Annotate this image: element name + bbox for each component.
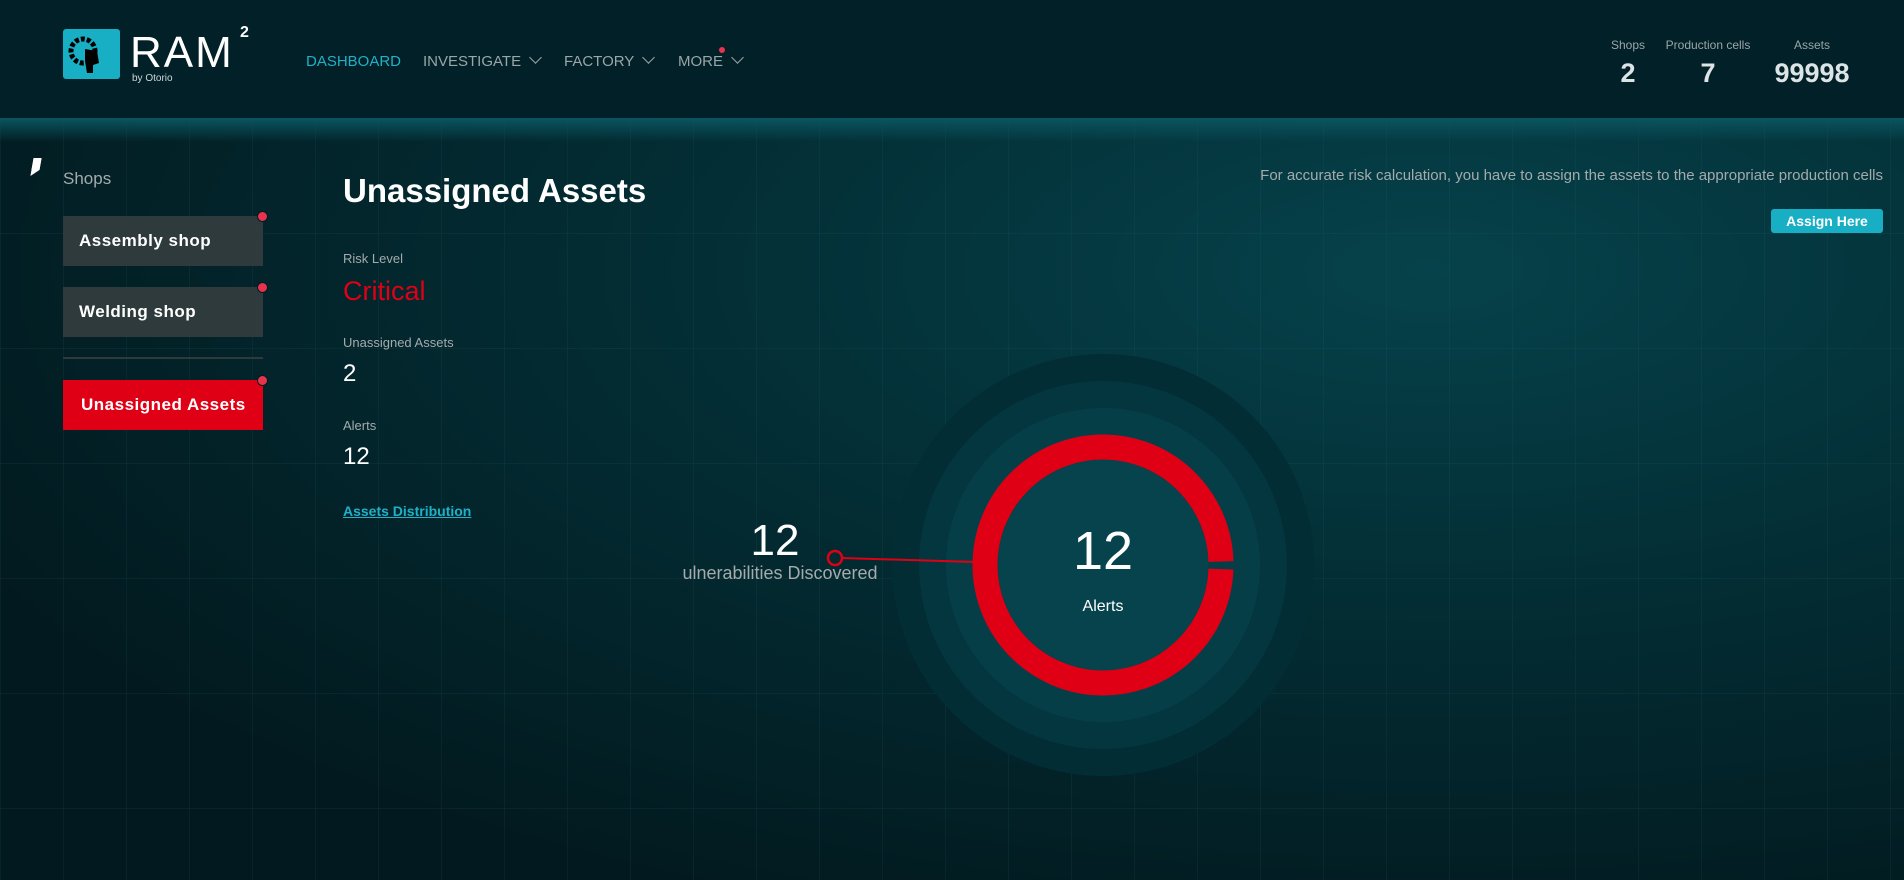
center-alerts-label: Alerts [1082,598,1124,615]
vulnerabilities-count: 12 [750,516,800,565]
alerts-ring-chart [826,354,1314,776]
vulnerabilities-label: ulnerabilities Discovered [682,563,878,583]
center-alerts-count: 12 [1072,521,1134,581]
